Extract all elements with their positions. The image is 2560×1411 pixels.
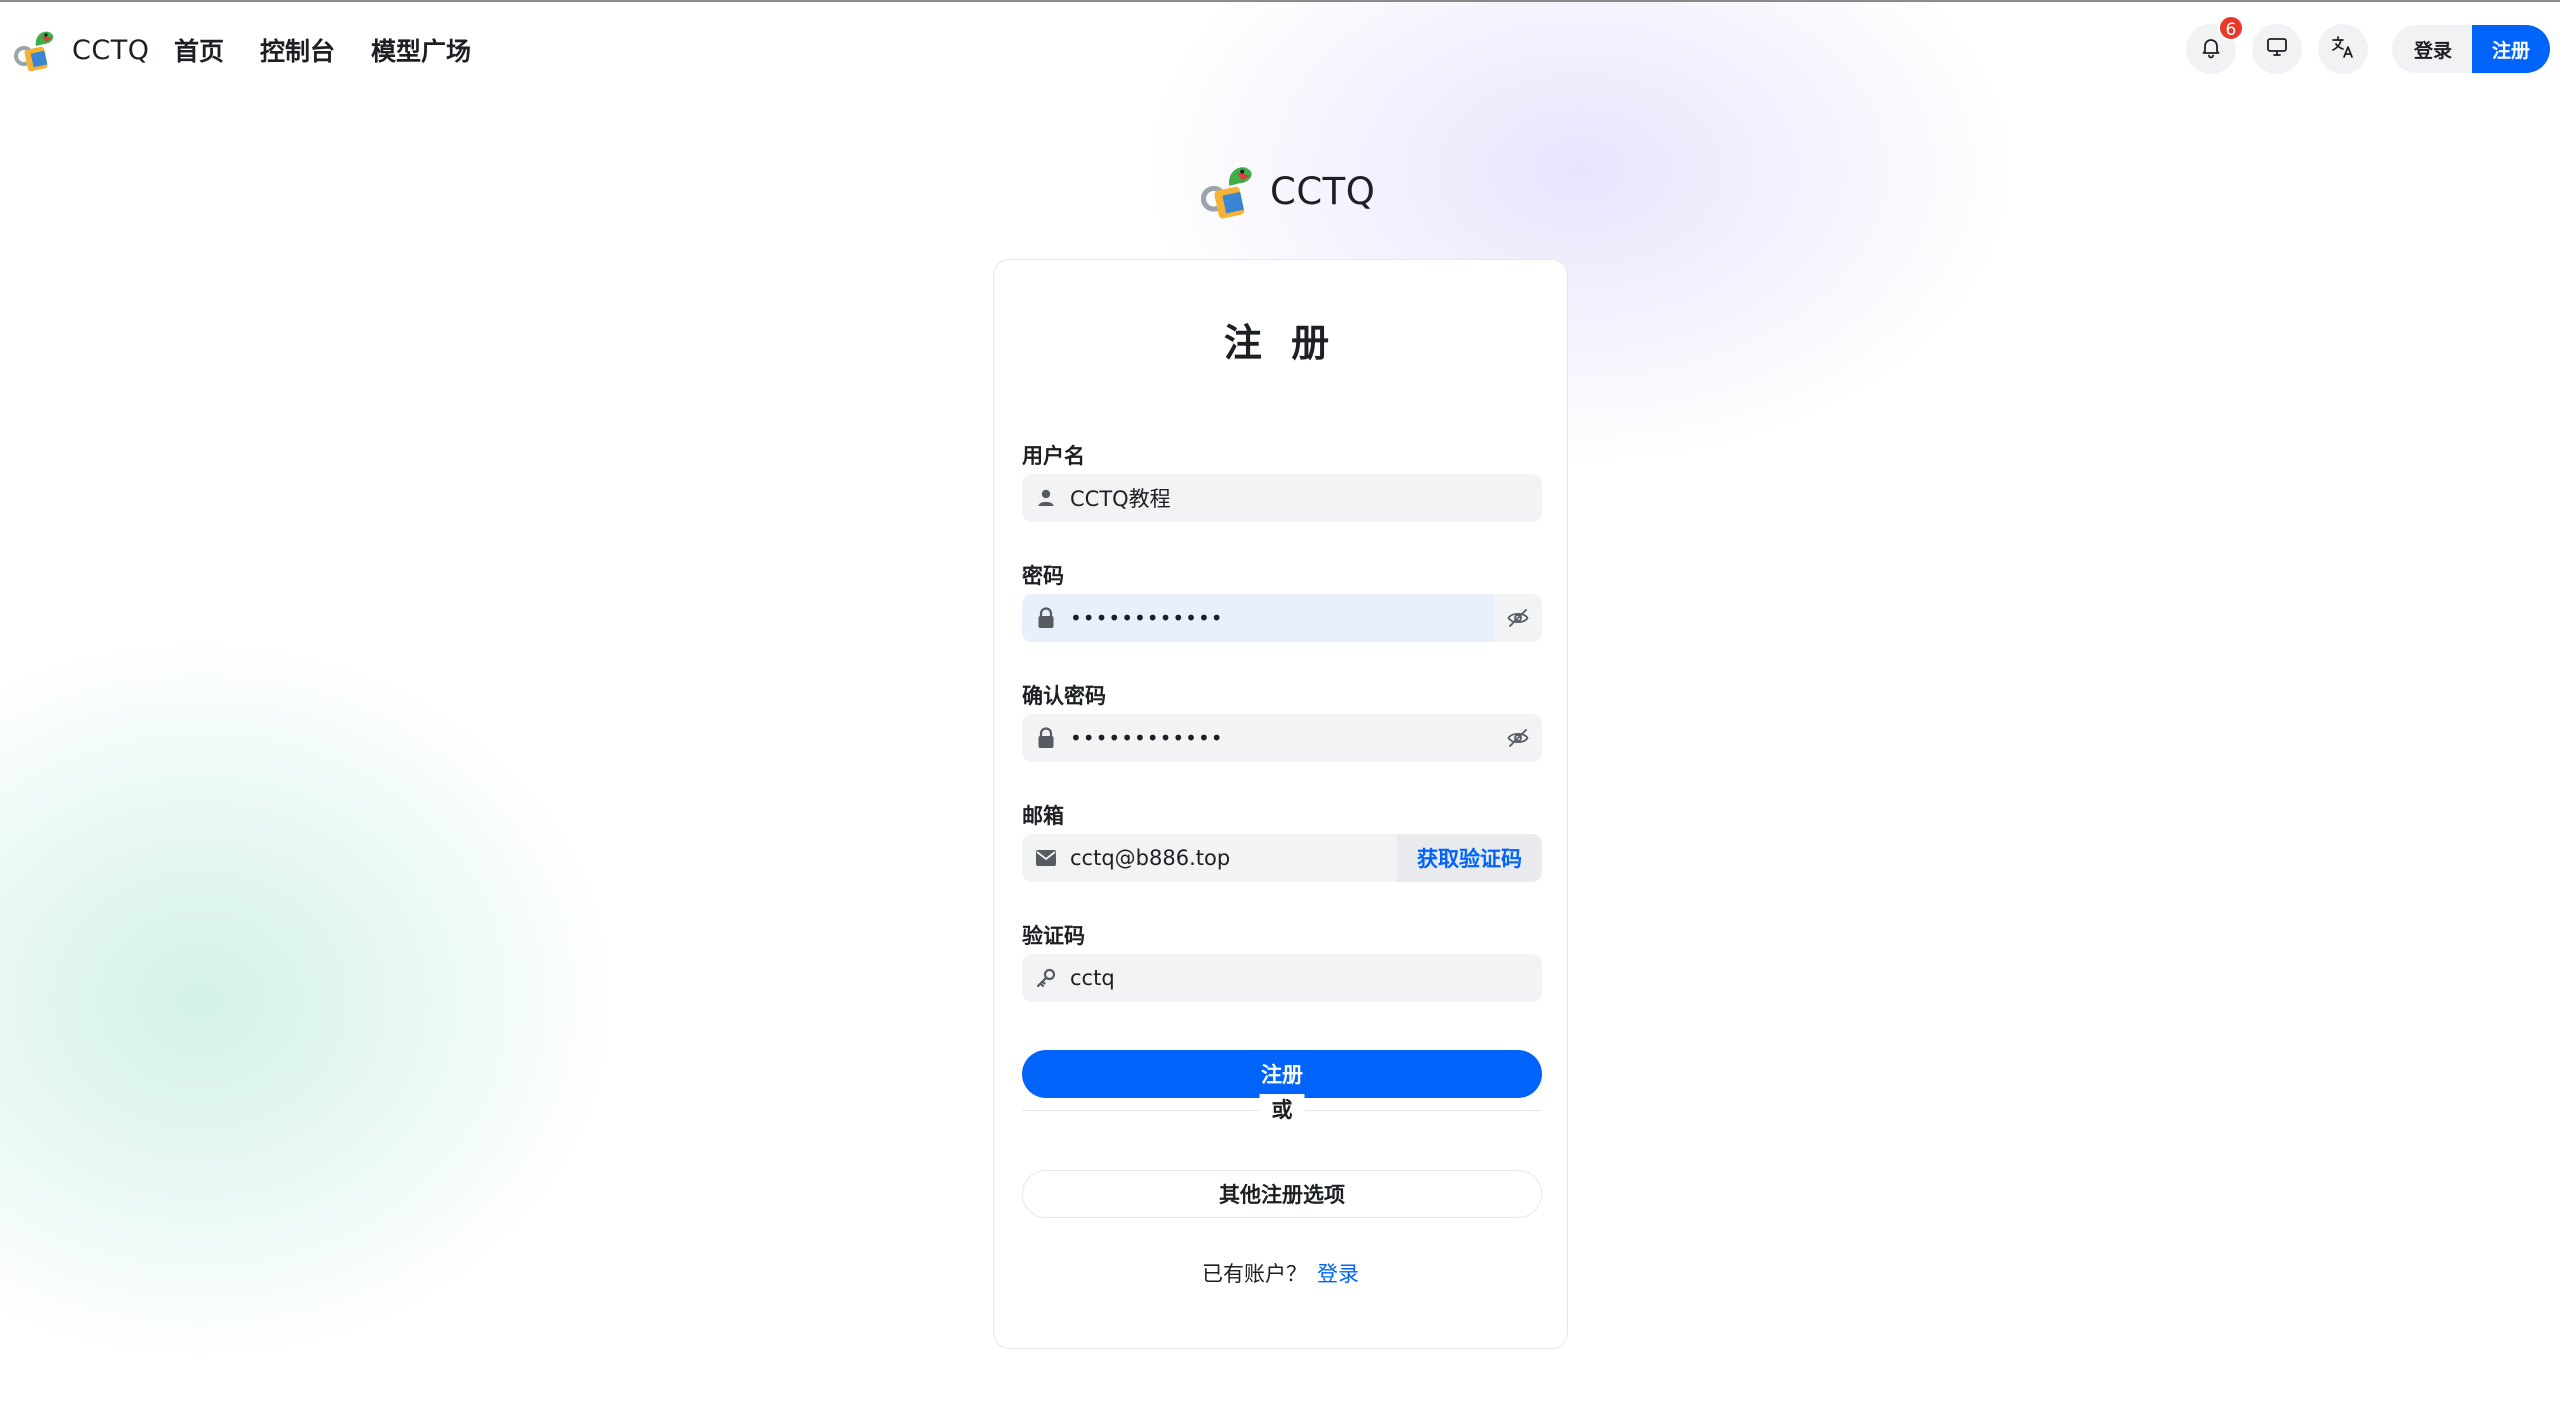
or-divider: 或 <box>1022 1094 1542 1126</box>
password-field[interactable]: •••••••••••• <box>1022 594 1542 642</box>
have-account-text: 已有账户？ <box>1202 1262 1307 1286</box>
main-nav: 首页 控制台 模型广场 <box>174 32 471 68</box>
username-label: 用户名 <box>1022 444 1085 468</box>
lock-icon <box>1022 714 1070 762</box>
header-actions: 6 登录 注册 <box>2185 15 2550 74</box>
nav-home[interactable]: 首页 <box>174 32 224 68</box>
user-icon <box>1022 474 1070 522</box>
verification-code-label: 验证码 <box>1022 924 1085 948</box>
brand-logo-icon <box>1198 160 1258 222</box>
have-account-row: 已有账户？ 登录 <box>994 1258 1567 1288</box>
header-register-button[interactable]: 注册 <box>2471 25 2550 73</box>
nav-console[interactable]: 控制台 <box>260 32 335 68</box>
verification-code-field[interactable]: cctq <box>1022 954 1542 1002</box>
email-value: cctq@b886.top <box>1070 846 1231 870</box>
notifications-button[interactable]: 6 <box>2185 15 2244 74</box>
divider-text: 或 <box>1259 1094 1305 1126</box>
form-title: 注 册 <box>1223 321 1338 365</box>
eye-off-icon[interactable] <box>1494 594 1542 642</box>
notification-badge: 6 <box>2217 15 2244 41</box>
verification-code-value: cctq <box>1070 966 1115 990</box>
username-value: CCTQ教程 <box>1070 487 1171 511</box>
confirm-password-value: •••••••••••• <box>1070 726 1224 750</box>
bell-icon <box>2199 35 2223 63</box>
register-submit-button[interactable]: 注册 <box>1022 1050 1542 1098</box>
top-navbar: CCTQ 首页 控制台 模型广场 6 登录 注册 <box>0 2 2560 98</box>
nav-model-square[interactable]: 模型广场 <box>371 32 471 68</box>
register-card: 注 册 用户名 CCTQ教程 密码 •••••••••••• 确认密码 ••••… <box>993 259 1568 1349</box>
confirm-password-label: 确认密码 <box>1022 684 1106 708</box>
eye-off-icon[interactable] <box>1494 714 1542 762</box>
password-label: 密码 <box>1022 564 1064 588</box>
confirm-password-field[interactable]: •••••••••••• <box>1022 714 1542 762</box>
translate-icon <box>2330 34 2356 64</box>
language-button[interactable] <box>2317 24 2368 74</box>
theme-button[interactable] <box>2251 24 2302 74</box>
username-field[interactable]: CCTQ教程 <box>1022 474 1542 522</box>
brand[interactable]: CCTQ <box>12 24 149 76</box>
email-field[interactable]: cctq@b886.top 获取验证码 <box>1022 834 1542 882</box>
key-icon <box>1022 954 1070 1002</box>
mail-icon <box>1022 834 1070 882</box>
get-code-button[interactable]: 获取验证码 <box>1397 834 1542 882</box>
lock-icon <box>1022 594 1070 642</box>
center-brand-name: CCTQ <box>1270 169 1376 213</box>
monitor-icon <box>2265 35 2289 63</box>
auth-button-group: 登录 注册 <box>2391 25 2550 73</box>
password-value: •••••••••••• <box>1070 606 1224 630</box>
center-brand: CCTQ <box>1198 160 1375 222</box>
email-label: 邮箱 <box>1022 804 1064 828</box>
login-link[interactable]: 登录 <box>1317 1262 1359 1286</box>
other-register-options-button[interactable]: 其他注册选项 <box>1022 1170 1542 1218</box>
header-login-button[interactable]: 登录 <box>2391 25 2472 73</box>
brand-logo-icon <box>12 26 58 74</box>
brand-name: CCTQ <box>72 34 150 66</box>
